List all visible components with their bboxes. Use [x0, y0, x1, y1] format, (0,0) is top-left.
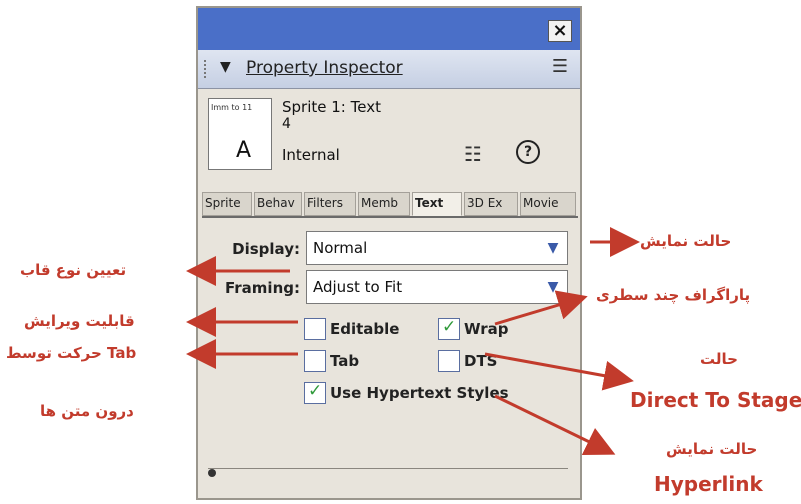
annotation-hyperlink-en: Hyperlink — [654, 472, 763, 496]
annotation-tab-move-2: درون متن ها — [40, 402, 134, 420]
annotation-frame-type: تعیین نوع قاب — [20, 261, 127, 279]
annotation-tab-move: حرکت توسط Tab — [6, 344, 137, 362]
arrow-dts — [484, 352, 634, 391]
annotation-editable: قابلیت ویرایش — [24, 312, 135, 330]
annotation-dts-title: حالت — [700, 350, 738, 368]
annotation-display-mode: حالت نمایش — [640, 232, 732, 250]
annotation-hyperlink-title: حالت نمایش — [666, 440, 758, 458]
annotation-dts-en: Direct To Stage — [630, 388, 801, 412]
annotation-wrap: پاراگراف چند سطری — [596, 286, 751, 304]
arrow-wrap — [494, 290, 588, 326]
annotation-arrows — [186, 227, 640, 455]
arrow-hyperlink — [494, 394, 616, 455]
